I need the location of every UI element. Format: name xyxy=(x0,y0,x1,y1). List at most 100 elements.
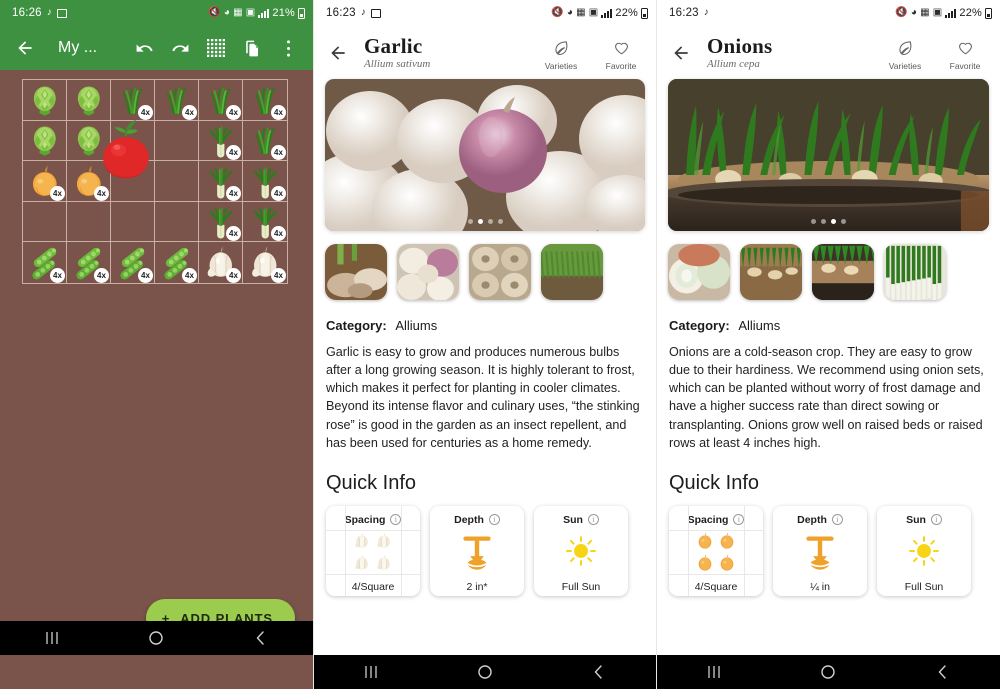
thumbnail-garlic-bulbs-dry[interactable] xyxy=(469,244,531,300)
depth-arrow-icon xyxy=(460,534,494,572)
nav-recents-button[interactable] xyxy=(341,655,401,689)
nav-home-button[interactable] xyxy=(126,621,186,655)
leaf-icon xyxy=(552,38,571,59)
garden-cell-leek[interactable]: 4x xyxy=(243,161,287,202)
quick-info-card-body xyxy=(877,526,971,581)
quick-info-card-depth[interactable]: Depth i 2 in* xyxy=(430,505,524,596)
quick-info-card-depth[interactable]: Depth i ¼ in xyxy=(773,505,867,596)
thumbnail-scallions-bunch[interactable] xyxy=(884,244,946,300)
info-icon[interactable]: i xyxy=(930,514,942,526)
garden-cell-leek[interactable]: 4x xyxy=(199,201,243,243)
thumbnail-strip[interactable] xyxy=(314,231,656,300)
garden-cell-garlic[interactable]: 4x xyxy=(243,242,287,283)
garden-cell-leek[interactable]: 4x xyxy=(199,120,243,162)
carousel-dot[interactable] xyxy=(477,219,483,224)
garden-cell-chives[interactable]: 4x xyxy=(243,121,287,162)
favorite-button[interactable]: Favorite xyxy=(942,38,988,71)
quick-info-value: Full Sun xyxy=(904,580,944,593)
info-icon[interactable]: i xyxy=(488,514,500,526)
garden-cell-chives[interactable]: 4x xyxy=(155,80,199,121)
quick-info-card-spacing[interactable]: Spacing i 4/Square xyxy=(326,505,420,596)
battery-icon xyxy=(641,7,648,19)
garden-cell-artichoke[interactable] xyxy=(67,80,111,121)
info-icon[interactable]: i xyxy=(587,514,599,526)
info-icon[interactable]: i xyxy=(831,514,843,526)
garden-cell-empty[interactable] xyxy=(111,161,155,202)
garden-cell-onion[interactable]: 4x xyxy=(23,161,67,202)
nav-back-button[interactable] xyxy=(231,621,291,655)
carousel-dot[interactable] xyxy=(497,219,503,224)
onion-bulb-icon xyxy=(717,532,737,552)
back-button[interactable] xyxy=(322,37,354,69)
garden-cell-peas[interactable]: 4x xyxy=(111,242,155,283)
garden-grid[interactable]: 4x 4x 4x 4x 4x 4x 4x 4x 4x 4x 4x 4x 4x 4… xyxy=(22,79,288,284)
garden-cell-artichoke[interactable] xyxy=(23,80,67,121)
thumbnail-garlic-field[interactable] xyxy=(541,244,603,300)
nav-back-button[interactable] xyxy=(913,655,973,689)
garden-cell-peas[interactable]: 4x xyxy=(23,242,67,283)
nav-home-button[interactable] xyxy=(798,655,858,689)
undo-button[interactable] xyxy=(127,31,161,65)
status-bar-right: 🔇 ◕ ▦ ▣ 21% xyxy=(208,7,305,19)
battery-icon xyxy=(298,7,305,19)
carousel-dot[interactable] xyxy=(467,219,473,224)
carousel-dot[interactable] xyxy=(831,219,836,224)
vpn-icon: ▦ xyxy=(233,7,243,18)
carousel-dot[interactable] xyxy=(841,219,846,224)
favorite-button[interactable]: Favorite xyxy=(598,38,644,71)
garden-cell-peas[interactable]: 4x xyxy=(155,242,199,283)
garden-cell-empty[interactable] xyxy=(111,201,155,243)
garden-cell-empty[interactable] xyxy=(67,201,111,243)
thumbnail-onion-sets-soil[interactable] xyxy=(740,244,802,300)
thumbnail-onion-sprouts-pot[interactable] xyxy=(812,244,874,300)
nav-recents-button[interactable] xyxy=(22,621,82,655)
nav-home-button[interactable] xyxy=(455,655,515,689)
varieties-button[interactable]: Varieties xyxy=(538,38,584,71)
carousel-dot[interactable] xyxy=(487,219,493,224)
thumbnail-garlic-bulbs-purple[interactable] xyxy=(397,244,459,300)
hero-image-onions[interactable] xyxy=(668,79,989,231)
nav-recents-button[interactable] xyxy=(684,655,744,689)
garden-cell-chives[interactable]: 4x xyxy=(243,80,287,121)
carousel-dot[interactable] xyxy=(811,219,816,224)
music-note-icon: ♪ xyxy=(703,7,709,18)
copy-button[interactable] xyxy=(235,31,269,65)
varieties-button[interactable]: Varieties xyxy=(882,38,928,71)
garden-cell-artichoke[interactable] xyxy=(67,120,111,162)
garden-cell-empty[interactable] xyxy=(155,161,199,202)
garden-cell-artichoke[interactable] xyxy=(23,120,67,162)
battery-icon xyxy=(985,7,992,19)
garden-cell-leek[interactable]: 4x xyxy=(243,202,287,243)
garden-cell-empty[interactable] xyxy=(23,201,67,243)
overflow-menu-button[interactable] xyxy=(271,31,305,65)
thumbnail-garlic-harvest[interactable] xyxy=(325,244,387,300)
quick-info-card-spacing[interactable]: Spacing i 4/Square xyxy=(669,505,763,596)
garden-cell-empty[interactable] xyxy=(155,201,199,243)
heart-icon xyxy=(612,38,631,59)
garden-cell-peas[interactable]: 4x xyxy=(67,242,111,283)
redo-button[interactable] xyxy=(163,31,197,65)
quick-info-card-sun[interactable]: Sun i Full Sun xyxy=(534,505,628,596)
grid-toggle-button[interactable] xyxy=(199,31,233,65)
garden-canvas[interactable]: 4x 4x 4x 4x 4x 4x 4x 4x 4x 4x 4x 4x 4x 4… xyxy=(0,70,313,655)
garden-cell-onion[interactable]: 4x xyxy=(67,161,111,202)
garden-cell-chives[interactable]: 4x xyxy=(199,80,243,121)
garden-cell-chives[interactable]: 4x xyxy=(111,80,155,121)
thumbnail-onion-cut[interactable] xyxy=(668,244,730,300)
thumbnail-strip[interactable] xyxy=(657,231,1000,300)
garden-cell-garlic[interactable]: 4x xyxy=(199,242,243,283)
nav-back-button[interactable] xyxy=(569,655,629,689)
carousel-dots[interactable] xyxy=(668,219,989,224)
carousel-dot[interactable] xyxy=(821,219,826,224)
quick-info-value: ¼ in xyxy=(810,580,830,593)
hero-image-garlic[interactable] xyxy=(325,79,645,231)
garden-cell-empty[interactable] xyxy=(111,120,155,162)
quick-info-card-sun[interactable]: Sun i Full Sun xyxy=(877,505,971,596)
plant-quantity-badge: 4x xyxy=(94,185,109,201)
back-button[interactable] xyxy=(665,37,697,69)
back-button[interactable] xyxy=(8,31,42,65)
carousel-dots[interactable] xyxy=(325,219,645,224)
garden-cell-empty[interactable] xyxy=(155,120,199,162)
onion-bulb-icon xyxy=(695,554,715,574)
garden-cell-leek[interactable]: 4x xyxy=(199,161,243,202)
